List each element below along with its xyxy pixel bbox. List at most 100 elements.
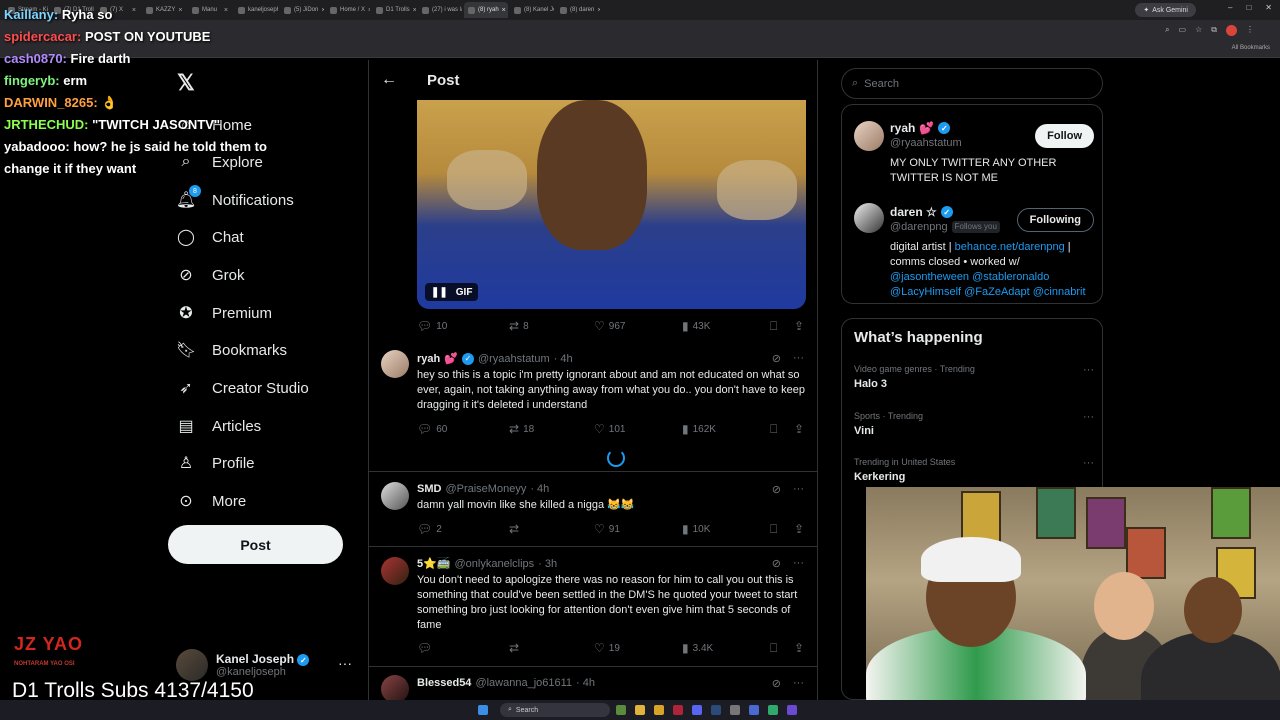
reply-author-handle[interactable]: @onlykanelclips <box>455 558 535 570</box>
repost-action[interactable]: ⇄ 8 <box>509 319 594 333</box>
nav-notifications[interactable]: 🔔︎ 8 Notifications <box>176 185 294 210</box>
more-horizontal-icon[interactable]: ··· <box>338 655 352 671</box>
nav-premium[interactable]: ✪ Premium <box>176 303 272 323</box>
who-item[interactable]: daren ☆ ✓ @darenpng Follows you Followin… <box>854 203 1094 299</box>
browser-tab[interactable]: (8) daren × <box>556 2 600 18</box>
who-item[interactable]: ryah 💕 ✓ @ryaahstatum Follow MY ONLY TWI… <box>854 119 1094 189</box>
maximize-icon[interactable]: □ <box>1246 3 1251 12</box>
profile-avatar-icon[interactable] <box>1226 25 1237 36</box>
more-horizontal-icon[interactable]: ··· <box>1083 457 1094 469</box>
views-action[interactable]: ▮ 162K <box>682 422 770 436</box>
taskbar-search[interactable]: ⌕ Search <box>500 703 610 717</box>
views-action[interactable]: ▮ 43K <box>682 319 770 333</box>
views-action[interactable]: ▮ 3.4K <box>682 641 770 655</box>
folder-icon[interactable] <box>654 705 664 715</box>
bookmark-action[interactable]: ⎕ <box>770 422 794 437</box>
more-horizontal-icon[interactable]: ··· <box>1083 364 1094 376</box>
browser-tab[interactable]: (8) ryah × <box>464 2 508 18</box>
reply-action[interactable]: 💬︎ 10 <box>417 319 509 333</box>
tab-close-icon[interactable]: × <box>502 7 506 14</box>
app-icon[interactable] <box>749 705 759 715</box>
views-action[interactable]: ▮ 10K <box>682 522 770 536</box>
nav-grok[interactable]: ⊘ Grok <box>176 265 244 285</box>
grok-explain-icon[interactable]: ⊘ <box>772 483 781 496</box>
reply-author-handle[interactable]: @ryaahstatum <box>478 353 550 365</box>
tab-close-icon[interactable]: × <box>413 7 416 14</box>
nav-chat[interactable]: ◯ Chat <box>176 227 244 247</box>
nav-profile[interactable]: ♙ Profile <box>176 453 255 473</box>
app-icon[interactable] <box>616 705 626 715</box>
nav-articles[interactable]: ▤ Articles <box>176 416 261 436</box>
reply-author-name[interactable]: Blessed54 <box>417 677 471 689</box>
gif-badge[interactable]: ❚❚ GIF <box>425 283 479 301</box>
reply-post[interactable]: Blessed54 @lawanna_jo61611 · 4h ⊘ ··· <box>369 667 817 700</box>
browser-tab[interactable]: (27) i was laug× <box>418 2 462 18</box>
app-icon[interactable] <box>730 705 740 715</box>
share-action[interactable]: ⇪ <box>794 522 804 536</box>
reply-action[interactable]: 💬︎ 2 <box>417 522 509 536</box>
all-bookmarks-link[interactable]: All Bookmarks <box>1232 45 1270 51</box>
repost-action[interactable]: ⇄ <box>509 522 594 536</box>
ask-gemini-button[interactable]: ✦ Ask Gemini <box>1135 3 1196 17</box>
search-input[interactable]: ⌕ Search <box>841 68 1103 99</box>
bookmark-action[interactable]: ⎕ <box>770 522 794 537</box>
more-horizontal-icon[interactable]: ··· <box>793 483 804 496</box>
browser-tab[interactable]: D1 Trolls × <box>372 2 416 18</box>
bio-link[interactable]: behance.net/darenpng <box>955 241 1065 253</box>
reply-action[interactable]: 💬︎ 60 <box>417 422 509 436</box>
more-horizontal-icon[interactable]: ··· <box>1083 411 1094 423</box>
bio-mentions[interactable]: @jasontheween @stableronaldo @LacyHimsel… <box>890 271 1086 298</box>
gif-media[interactable]: ❚❚ GIF <box>417 100 806 309</box>
bookmark-action[interactable]: ⎕ <box>770 319 794 334</box>
like-action[interactable]: ♡ 101 <box>594 422 682 436</box>
browser-tab[interactable]: Home / X× <box>326 2 370 18</box>
repost-action[interactable]: ⇄ 18 <box>509 422 594 436</box>
share-action[interactable]: ⇪ <box>794 319 804 333</box>
reply-post[interactable]: ryah 💕 ✓ @ryaahstatum · 4h ⊘ ··· hey so … <box>369 342 817 472</box>
zoom-icon[interactable]: ⌕ <box>1165 25 1169 36</box>
reply-time[interactable]: · 3h <box>538 558 557 570</box>
tab-close-icon[interactable]: × <box>597 7 600 14</box>
share-action[interactable]: ⇪ <box>794 422 804 436</box>
post-button[interactable]: Post <box>168 525 343 564</box>
trend-item[interactable]: Trending in United States Kerkering ··· <box>854 457 1094 483</box>
back-arrow-icon[interactable]: ← <box>381 71 401 89</box>
repost-action[interactable]: ⇄ <box>509 641 594 655</box>
chrome-icon[interactable] <box>635 705 645 715</box>
reply-time[interactable]: · 4h <box>576 677 595 689</box>
reply-time[interactable]: · 4h <box>554 353 573 365</box>
nav-bookmarks[interactable]: 🔖︎ Bookmarks <box>176 340 287 360</box>
follow-button[interactable]: Follow <box>1035 124 1094 148</box>
like-action[interactable]: ♡ 967 <box>594 319 682 333</box>
grok-explain-icon[interactable]: ⊘ <box>772 677 781 690</box>
grok-explain-icon[interactable]: ⊘ <box>772 557 781 570</box>
reply-author-name[interactable]: ryah <box>417 353 440 365</box>
close-window-icon[interactable]: ✕ <box>1265 3 1272 12</box>
reply-time[interactable]: · 4h <box>530 483 549 495</box>
reply-action[interactable]: 💬︎ <box>417 641 509 655</box>
tab-close-icon[interactable]: × <box>368 7 370 14</box>
grok-explain-icon[interactable]: ⊘ <box>772 352 781 365</box>
reply-author-handle[interactable]: @lawanna_jo61611 <box>475 677 572 689</box>
discord-icon[interactable] <box>692 705 702 715</box>
reply-author-handle[interactable]: @PraiseMoneyy <box>445 483 526 495</box>
bookmark-action[interactable]: ⎕ <box>770 641 794 656</box>
more-horizontal-icon[interactable]: ··· <box>793 557 804 570</box>
following-button[interactable]: Following <box>1016 208 1094 232</box>
extensions-icon[interactable]: ⧉ <box>1211 25 1217 36</box>
like-action[interactable]: ♡ 19 <box>594 641 682 655</box>
reply-author-name[interactable]: 5⭐🚎 <box>417 557 451 570</box>
trend-item[interactable]: Video game genres · Trending Halo 3 ··· <box>854 364 1094 390</box>
steam-icon[interactable] <box>711 705 721 715</box>
minimize-icon[interactable]: – <box>1228 3 1232 12</box>
reply-post[interactable]: SMD @PraiseMoneyy · 4h ⊘ ··· damn yall m… <box>369 472 817 547</box>
star-icon[interactable]: ☆ <box>1195 25 1202 36</box>
cast-icon[interactable]: ▭ <box>1179 25 1187 36</box>
app-icon[interactable] <box>787 705 797 715</box>
trend-item[interactable]: Sports · Trending Vini ··· <box>854 411 1094 437</box>
windows-start-icon[interactable] <box>478 705 488 715</box>
browser-tab[interactable]: (8) Kanel Jos× <box>510 2 554 18</box>
kebab-menu-icon[interactable]: ⋮ <box>1246 25 1254 36</box>
like-action[interactable]: ♡ 91 <box>594 522 682 536</box>
obs-icon[interactable] <box>673 705 683 715</box>
